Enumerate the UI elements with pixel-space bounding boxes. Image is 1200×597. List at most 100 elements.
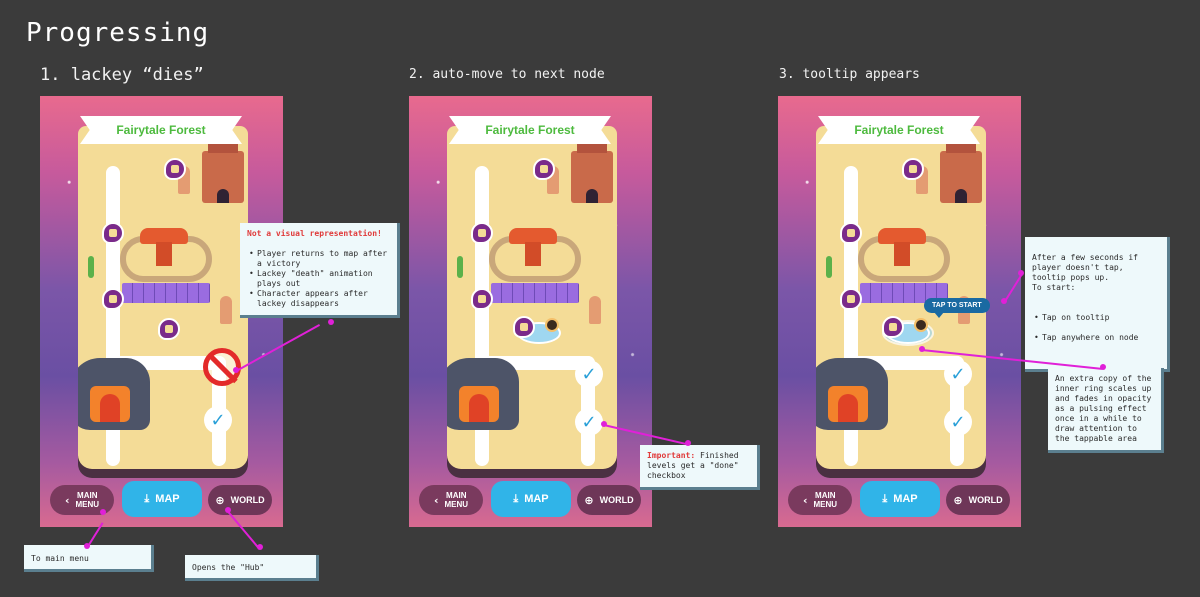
main-menu-label: MAIN MENU (813, 491, 838, 509)
chevron-left-icon: ‹ (64, 493, 70, 507)
world-button[interactable]: ⊕ WORLD (946, 485, 1010, 515)
anvil-base (156, 242, 172, 266)
note-heading: Not a visual representation! (247, 229, 382, 238)
world-button[interactable]: ⊕ WORLD (577, 485, 641, 515)
cactus (457, 256, 463, 278)
pulse-note: An extra copy of the inner ring scales u… (1048, 368, 1164, 453)
rock (589, 296, 601, 324)
map-button[interactable]: ⤓ MAP (122, 481, 202, 517)
check-icon: ✓ (950, 363, 966, 385)
check-icon: ✓ (950, 411, 966, 433)
note-list: Player returns to map after a victory La… (247, 249, 390, 309)
connector-dot (685, 440, 691, 446)
castle (202, 141, 244, 203)
hub-note: Opens the "Hub" (185, 555, 319, 581)
level-node[interactable] (158, 318, 180, 340)
phone-screen-2: ✓ ✓ Fairytale Forest ‹ MAIN MENU ⤓ MAP ⊕… (409, 96, 652, 527)
level-node[interactable] (102, 288, 124, 310)
level-node[interactable] (840, 288, 862, 310)
tooltip-note-text: After a few seconds if player doesn't ta… (1032, 253, 1138, 292)
world-button[interactable]: ⊕ WORLD (208, 485, 272, 515)
globe-icon: ⊕ (584, 493, 594, 507)
tooltip-note-list: Tap on tooltip Tap anywhere on node (1032, 303, 1160, 353)
world-label: WORLD (599, 495, 634, 505)
main-menu-button[interactable]: ‹ MAIN MENU (788, 485, 852, 515)
connector-dot (328, 319, 334, 325)
done-check-node[interactable]: ✓ (944, 360, 972, 388)
map-button[interactable]: ⤓ MAP (860, 481, 940, 517)
important-label: Important: (647, 451, 696, 460)
level-node[interactable] (533, 158, 555, 180)
level-node[interactable] (164, 158, 186, 180)
castle-door (217, 189, 229, 203)
panther-cave (816, 358, 888, 430)
tap-to-start-tooltip[interactable]: TAP TO START (924, 298, 990, 318)
panther-mouth (459, 386, 499, 422)
level-node[interactable] (513, 316, 535, 338)
map-title: Fairytale Forest (854, 123, 944, 137)
map-label: MAP (893, 493, 918, 505)
level-node[interactable] (882, 316, 904, 338)
check-icon: ✓ (210, 409, 226, 431)
anvil-base (894, 242, 910, 266)
check-icon: ✓ (581, 363, 597, 385)
connector-dot (1001, 298, 1007, 304)
note-item: Player returns to map after a victory (247, 249, 390, 269)
level-node[interactable] (840, 222, 862, 244)
connector-dot (1018, 270, 1024, 276)
map-label: MAP (524, 493, 549, 505)
brick-wall (122, 283, 210, 303)
map-download-icon: ⤓ (882, 492, 888, 505)
done-check-node[interactable]: ✓ (575, 360, 603, 388)
panther-cave (447, 358, 519, 430)
map-download-icon: ⤓ (513, 492, 519, 505)
check-icon: ✓ (581, 411, 597, 433)
connector-dot (233, 367, 239, 373)
map-download-icon: ⤓ (144, 492, 150, 505)
page-title: Progressing (26, 18, 210, 48)
map-title-ribbon: Fairytale Forest (80, 116, 242, 144)
note-item: Tap anywhere on node (1032, 333, 1160, 343)
panther-cave (78, 358, 150, 430)
level-node[interactable] (102, 222, 124, 244)
connector-dot (225, 507, 231, 513)
map-title-ribbon: Fairytale Forest (818, 116, 980, 144)
chevron-left-icon: ‹ (433, 493, 439, 507)
world-label: WORLD (968, 495, 1003, 505)
level-node[interactable] (471, 222, 493, 244)
phone-screen-3: ✓ ✓ TAP TO START Fairytale Forest ‹ MAIN… (778, 96, 1021, 527)
done-check-node[interactable]: ✓ (204, 406, 232, 434)
map-title-ribbon: Fairytale Forest (449, 116, 611, 144)
player-character (545, 318, 559, 332)
step-title-3: 3. tooltip appears (779, 67, 920, 82)
main-menu-label: MAIN MENU (444, 491, 469, 509)
panther-mouth (828, 386, 868, 422)
map-button[interactable]: ⤓ MAP (491, 481, 571, 517)
castle (940, 141, 982, 203)
note-item: Tap on tooltip (1032, 313, 1160, 323)
player-character (914, 318, 928, 332)
main-menu-label: MAIN MENU (75, 491, 100, 509)
step-title-2: 2. auto-move to next node (409, 67, 605, 82)
chevron-left-icon: ‹ (802, 493, 808, 507)
map-title: Fairytale Forest (485, 123, 575, 137)
note-item: Lackey "death" animation plays out (247, 269, 390, 289)
globe-icon: ⊕ (215, 493, 225, 507)
main-menu-note: To main menu (24, 545, 154, 572)
map-title: Fairytale Forest (116, 123, 206, 137)
done-check-node[interactable]: ✓ (575, 408, 603, 436)
main-menu-button[interactable]: ‹ MAIN MENU (419, 485, 483, 515)
cactus (88, 256, 94, 278)
map-label: MAP (155, 493, 180, 505)
level-node[interactable] (902, 158, 924, 180)
connector-dot (84, 543, 90, 549)
level-node[interactable] (471, 288, 493, 310)
cactus (826, 256, 832, 278)
tooltip-note: After a few seconds if player doesn't ta… (1025, 237, 1170, 372)
castle (571, 141, 613, 203)
map-area: ✓ ✓ (447, 126, 617, 469)
note-item: Character appears after lackey disappear… (247, 289, 390, 309)
map-area: ✓ (78, 126, 248, 469)
done-check-node[interactable]: ✓ (944, 408, 972, 436)
connector-dot (1100, 364, 1106, 370)
